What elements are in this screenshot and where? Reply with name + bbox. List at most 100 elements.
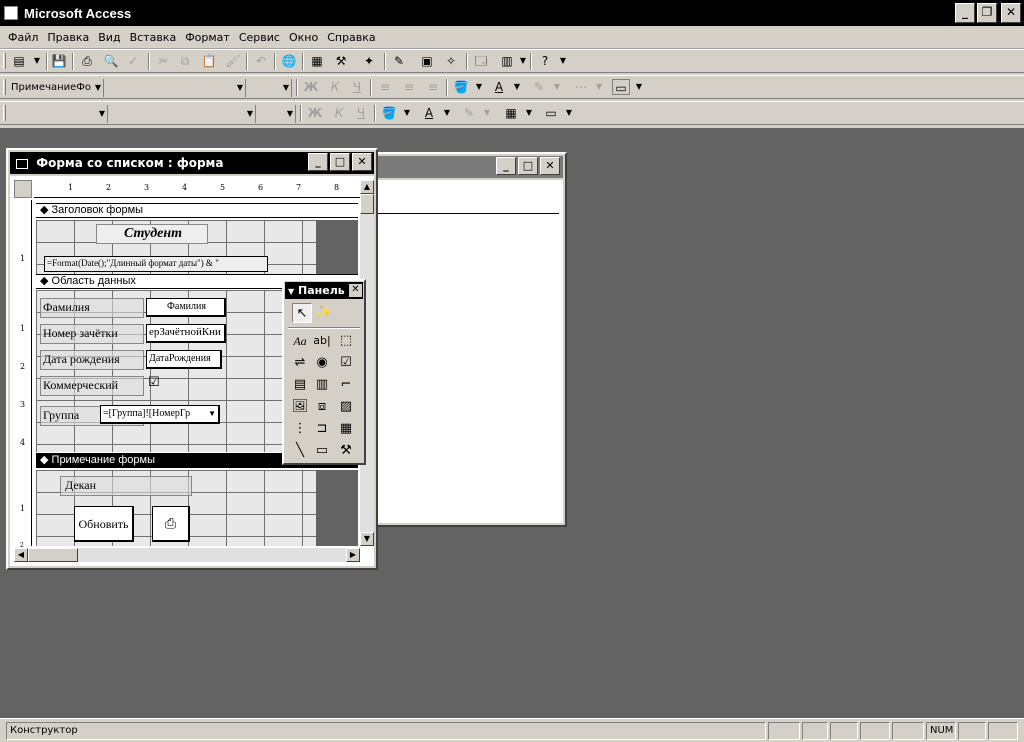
menu-edit[interactable]: Правка <box>47 31 89 44</box>
object-combo[interactable]: ПримечаниеФо ▼ <box>8 79 104 97</box>
check-box-icon[interactable]: ☑ <box>336 353 356 373</box>
build-icon[interactable]: ✧ <box>442 53 460 69</box>
properties-icon[interactable]: ▣ <box>418 53 436 69</box>
gridlines-dropdown-icon[interactable]: ▼ <box>520 105 538 121</box>
option-group-icon[interactable]: ⬚ <box>336 331 356 351</box>
underline-icon[interactable]: Ч <box>348 79 366 95</box>
italic-icon[interactable]: К <box>330 105 348 121</box>
tab-control-icon[interactable]: ⊐ <box>312 419 332 439</box>
label-tool-icon[interactable]: Aa <box>290 331 310 351</box>
scroll-down-icon[interactable]: ▼ <box>360 532 374 546</box>
toolbox-menu-icon[interactable]: ▼ <box>288 287 294 296</box>
gridlines-icon[interactable]: ▦ <box>502 105 520 121</box>
close-icon[interactable]: ✕ <box>349 284 362 297</box>
maximize-button[interactable]: □ <box>518 157 538 175</box>
line-width-dropdown-icon[interactable]: ▼ <box>590 79 608 95</box>
line-color-icon[interactable]: ✎ <box>530 79 548 95</box>
line-width-icon[interactable]: ⋯ <box>572 79 590 95</box>
font-color-icon[interactable]: A <box>420 105 438 121</box>
fill-color-dropdown-icon[interactable]: ▼ <box>470 79 488 95</box>
italic-icon[interactable]: К <box>326 79 344 95</box>
special-effect-icon[interactable]: ▭ <box>612 79 630 95</box>
copy-icon[interactable]: ⧉ <box>176 53 194 69</box>
form-selector[interactable] <box>14 180 32 198</box>
format-painter-icon[interactable]: 🖌 <box>224 53 242 69</box>
view-dropdown-icon[interactable]: ▼ <box>28 53 46 69</box>
horizontal-ruler[interactable]: 1 2 3 4 5 6 7 8 <box>34 180 360 198</box>
list-box-icon[interactable]: ▥ <box>312 375 332 395</box>
align-right-icon[interactable]: ≡ <box>424 79 442 95</box>
option-button-icon[interactable]: ◉ <box>312 353 332 373</box>
font-color-dropdown-icon[interactable]: ▼ <box>508 79 526 95</box>
menu-format[interactable]: Формат <box>185 31 230 44</box>
print-icon[interactable]: ⎙ <box>78 53 96 69</box>
background-window[interactable]: _ □ ✕ <box>370 152 567 527</box>
horizontal-scroll-thumb[interactable] <box>28 548 78 562</box>
student-title-label[interactable]: Студент <box>96 224 208 244</box>
database-window-icon[interactable]: 🗔 <box>472 53 490 69</box>
align-left-icon[interactable]: ≡ <box>376 79 394 95</box>
menu-view[interactable]: Вид <box>98 31 120 44</box>
line-color-icon[interactable]: ✎ <box>460 105 478 121</box>
field-label-commercial[interactable]: Коммерческий <box>40 376 144 396</box>
field-list-icon[interactable]: ▦ <box>308 53 326 69</box>
refresh-button[interactable]: Обновить <box>74 506 134 542</box>
autoformat-icon[interactable]: ✦ <box>360 53 378 69</box>
scroll-up-icon[interactable]: ▲ <box>360 180 374 194</box>
font-color-dropdown-icon[interactable]: ▼ <box>438 105 456 121</box>
select-objects-icon[interactable]: ↖ <box>292 303 312 323</box>
menu-help[interactable]: Справка <box>327 31 375 44</box>
undo-icon[interactable]: ↶ <box>252 53 270 69</box>
scroll-thumb[interactable] <box>360 194 374 214</box>
bold-icon[interactable]: Ж <box>302 79 320 95</box>
help-icon[interactable]: ? <box>536 53 554 69</box>
special-effect-dropdown-icon[interactable]: ▼ <box>630 79 648 95</box>
toolbox-icon[interactable]: ⚒ <box>332 53 350 69</box>
print-preview-icon[interactable]: 🔍 <box>102 53 120 69</box>
scroll-right-icon[interactable]: ▶ <box>346 548 360 562</box>
font-name-combo-2[interactable]: ▼ <box>8 105 108 123</box>
save-icon[interactable]: 💾 <box>50 53 68 69</box>
combo-box-icon[interactable]: ▤ <box>290 375 310 395</box>
control-wizards-icon[interactable]: ✨ <box>314 303 334 323</box>
view-icon[interactable]: ▤ <box>10 53 28 69</box>
horizontal-scrollbar[interactable]: ◀ ▶ <box>14 548 360 562</box>
toolbox-title-bar[interactable]: ▼ Панель ✕ <box>285 282 363 299</box>
fill-color-icon[interactable]: 🪣 <box>380 105 398 121</box>
font-name-combo-3[interactable]: ▼ <box>110 105 256 123</box>
more-controls-icon[interactable]: ⚒ <box>336 441 356 461</box>
fill-color-dropdown-icon[interactable]: ▼ <box>398 105 416 121</box>
line-color-dropdown-icon[interactable]: ▼ <box>548 79 566 95</box>
minimize-button[interactable]: _ <box>955 3 975 23</box>
menu-tools[interactable]: Сервис <box>239 31 280 44</box>
field-control-group-combo[interactable]: =[Группа]![НомерГр ▼ <box>100 405 220 424</box>
menu-window[interactable]: Окно <box>289 31 318 44</box>
subform-icon[interactable]: ▦ <box>336 419 356 439</box>
line-tool-icon[interactable]: ╲ <box>290 441 310 461</box>
toggle-button-icon[interactable]: ⇌ <box>290 353 310 373</box>
bound-object-frame-icon[interactable]: ▨ <box>336 397 356 417</box>
textbox-tool-icon[interactable]: ab| <box>312 331 332 351</box>
code-icon[interactable]: ✎ <box>390 53 408 69</box>
toolbar-grip[interactable] <box>3 53 6 69</box>
field-label-birth-date[interactable]: Дата рождения <box>40 350 144 370</box>
align-center-icon[interactable]: ≡ <box>400 79 418 95</box>
field-label-record-book[interactable]: Номер зачётки <box>40 324 144 344</box>
cut-icon[interactable]: ✂ <box>154 53 172 69</box>
minimize-button[interactable]: _ <box>308 153 328 171</box>
fill-color-icon[interactable]: 🪣 <box>452 79 470 95</box>
close-button[interactable]: ✕ <box>352 153 372 171</box>
special-effect-dropdown-icon[interactable]: ▼ <box>560 105 578 121</box>
close-button[interactable]: ✕ <box>1001 3 1021 23</box>
form-header-bar[interactable]: ◆ Заголовок формы <box>36 203 358 218</box>
field-control-commercial-checkbox[interactable]: ☑ <box>148 376 162 390</box>
help-dropdown-icon[interactable]: ▼ <box>554 53 572 69</box>
special-effect-icon[interactable]: ▭ <box>542 105 560 121</box>
print-button[interactable]: ⎙ <box>152 506 190 542</box>
toolbox-panel[interactable]: ▼ Панель ✕ ↖ ✨ Aa ab| ⬚ ⇌ ◉ ☑ ▤ ▥ ⌐ 🖼 ⧈ … <box>282 279 366 465</box>
restore-button[interactable]: ❐ <box>977 3 997 23</box>
underline-icon[interactable]: Ч <box>352 105 370 121</box>
hyperlink-icon[interactable]: 🌐 <box>280 53 298 69</box>
font-size-combo[interactable]: ▼ <box>250 79 292 97</box>
field-label-surname[interactable]: Фамилия <box>40 298 144 318</box>
